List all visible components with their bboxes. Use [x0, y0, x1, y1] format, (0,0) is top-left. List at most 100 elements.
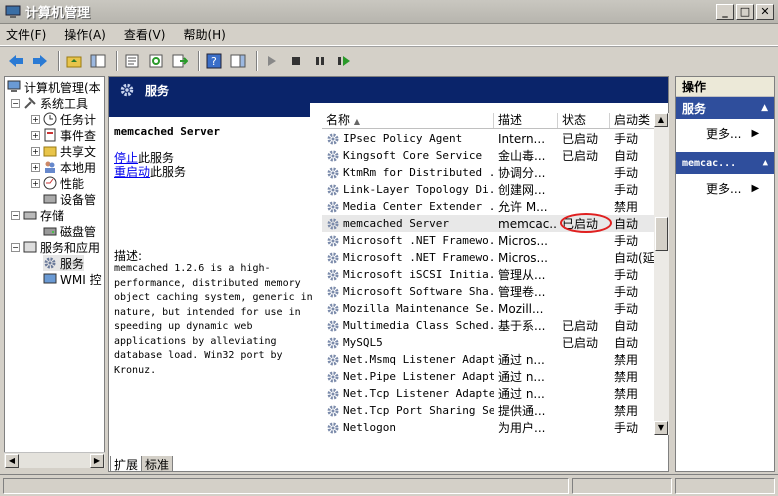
status-highlight-circle: [560, 213, 612, 233]
stop-service-button[interactable]: [286, 51, 306, 71]
refresh-icon: [149, 54, 163, 67]
column-description[interactable]: 描述: [494, 113, 558, 128]
service-startup-cell: 手动: [614, 268, 639, 282]
help-button[interactable]: ?: [204, 51, 224, 71]
column-startup-type[interactable]: 启动类: [610, 113, 656, 128]
expand-icon[interactable]: +: [31, 146, 40, 156]
table-row[interactable]: Net.Msmq Listener Adapter 通过 n... 禁用: [322, 351, 656, 368]
table-row[interactable]: Microsoft .NET Framewo... Micros... 手动: [322, 232, 656, 249]
maximize-button[interactable]: □: [736, 4, 754, 20]
tree-item-wmi-control[interactable]: WMI 控: [43, 271, 102, 287]
table-row[interactable]: Net.Tcp Port Sharing Se... 提供通... 禁用: [322, 402, 656, 419]
actions-pane: 操作 服务 ▲ 更多... ▶ memcac... ▲ 更多... ▶: [675, 76, 775, 472]
actions-section-memcached[interactable]: memcac... ▲: [676, 152, 774, 174]
tree-item-local-users[interactable]: + 本地用: [31, 159, 96, 175]
svg-text:?: ?: [211, 55, 217, 68]
tree-item-device-manager[interactable]: 设备管: [43, 191, 96, 207]
tree-item-task-scheduler[interactable]: + 任务计: [31, 111, 96, 127]
tree-horizontal-scrollbar[interactable]: ◀ ▶: [4, 452, 105, 468]
tab-standard[interactable]: 标准: [141, 456, 174, 472]
service-desc-cell: Mozill...: [498, 301, 544, 316]
list-vertical-scrollbar[interactable]: ▲ ▼: [654, 113, 669, 435]
table-row[interactable]: IPsec Policy Agent Intern... 已启动 手动: [322, 130, 656, 147]
pause-service-button[interactable]: [310, 51, 330, 71]
table-row[interactable]: Mozilla Maintenance Se... Mozill... 手动: [322, 300, 656, 317]
start-service-button[interactable]: [262, 51, 282, 71]
page-title: 服务: [145, 83, 170, 98]
export-button[interactable]: [170, 51, 190, 71]
tree-root[interactable]: 计算机管理(本: [7, 79, 101, 95]
refresh-button[interactable]: [146, 51, 166, 71]
tree-item-system-tools[interactable]: − 系统工具: [11, 95, 88, 111]
menu-view[interactable]: 查看(V): [124, 26, 166, 43]
table-row[interactable]: Netlogon 为用户... 手动: [322, 419, 656, 435]
column-name[interactable]: 名称 ▲: [322, 113, 494, 128]
properties-button[interactable]: [122, 51, 142, 71]
actions-section-services[interactable]: 服务 ▲: [676, 97, 774, 119]
back-button[interactable]: [6, 51, 26, 71]
collapse-arrow-icon[interactable]: ▲: [761, 103, 768, 113]
service-status-cell: 已启动: [562, 149, 599, 163]
service-desc-cell: 基于系...: [498, 319, 546, 333]
table-row[interactable]: Microsoft iSCSI Initia... 管理从... 手动: [322, 266, 656, 283]
expand-icon[interactable]: +: [31, 178, 40, 188]
service-desc-cell: memcac...: [498, 216, 558, 231]
service-detail-panel: memcached Server 停止此服务 重启动此服务 描述: memcac…: [109, 117, 319, 457]
action-pane-icon: [230, 54, 246, 67]
table-row[interactable]: Media Center Extender ... 允许 M... 禁用: [322, 198, 656, 215]
collapse-icon[interactable]: −: [11, 98, 20, 108]
service-startup-cell: 禁用: [614, 200, 639, 214]
restart-service-button[interactable]: [334, 51, 354, 71]
tab-extended[interactable]: 扩展: [110, 456, 143, 472]
show-tree-button[interactable]: [88, 51, 108, 71]
table-row[interactable]: Net.Tcp Listener Adapter 通过 n... 禁用: [322, 385, 656, 402]
scroll-up-icon[interactable]: ▲: [654, 113, 668, 127]
service-status-cell: 已启动: [562, 319, 599, 333]
menu-file[interactable]: 文件(F): [6, 26, 46, 43]
table-row[interactable]: Kingsoft Core Service 金山毒... 已启动 自动: [322, 147, 656, 164]
scroll-down-icon[interactable]: ▼: [654, 421, 668, 435]
pause-icon: [316, 56, 324, 65]
collapse-arrow-icon[interactable]: ▲: [763, 158, 768, 168]
table-row[interactable]: Net.Pipe Listener Adapter 通过 n... 禁用: [322, 368, 656, 385]
scroll-right-icon[interactable]: ▶: [90, 453, 104, 468]
gear-icon: [327, 269, 339, 280]
menu-help[interactable]: 帮助(H): [183, 26, 225, 43]
folder-up-icon: [66, 56, 82, 67]
table-row[interactable]: MySQL5 已启动 自动: [322, 334, 656, 351]
collapse-icon[interactable]: −: [11, 242, 20, 252]
more-actions-memcached[interactable]: 更多... ▶: [676, 177, 774, 199]
expand-icon[interactable]: +: [31, 162, 40, 172]
minimize-button[interactable]: _: [716, 4, 734, 20]
gear-icon: [327, 405, 339, 416]
more-actions-services[interactable]: 更多... ▶: [676, 122, 774, 144]
close-button[interactable]: ✕: [756, 4, 774, 20]
menu-action[interactable]: 操作(A): [64, 26, 106, 43]
table-row[interactable]: Microsoft .NET Framewo... Micros... 自动(延: [322, 249, 656, 266]
tree-item-disk-management[interactable]: 磁盘管: [43, 223, 96, 239]
expand-icon[interactable]: +: [31, 114, 40, 124]
forward-button[interactable]: [30, 51, 50, 71]
table-row[interactable]: KtmRm for Distributed ... 协调分... 手动: [322, 164, 656, 181]
restart-service-link[interactable]: 重启动: [114, 165, 150, 179]
column-status[interactable]: 状态: [558, 113, 610, 128]
show-action-pane-button[interactable]: [228, 51, 248, 71]
tree-item-performance[interactable]: + 性能: [31, 175, 84, 191]
scroll-thumb[interactable]: [655, 217, 668, 251]
collapse-icon[interactable]: −: [11, 210, 20, 220]
tree-item-services-apps[interactable]: − 服务和应用: [11, 239, 100, 255]
performance-icon: [43, 176, 57, 190]
gear-icon: [120, 83, 134, 97]
gear-icon: [327, 218, 339, 229]
table-row[interactable]: Microsoft Software Sha... 管理卷... 手动: [322, 283, 656, 300]
tree-item-shared-folders[interactable]: + 共享文: [31, 143, 96, 159]
tree-item-storage[interactable]: − 存储: [11, 207, 64, 223]
scroll-left-icon[interactable]: ◀: [5, 453, 19, 468]
table-row[interactable]: Multimedia Class Sched... 基于系... 已启动 自动: [322, 317, 656, 334]
tools-icon: [24, 97, 36, 109]
table-row[interactable]: Link-Layer Topology Di... 创建网... 手动: [322, 181, 656, 198]
tree-item-services[interactable]: 服务: [43, 255, 85, 271]
expand-icon[interactable]: +: [31, 130, 40, 140]
up-folder-button[interactable]: [64, 51, 84, 71]
tree-item-event-viewer[interactable]: + 事件查: [31, 127, 96, 143]
